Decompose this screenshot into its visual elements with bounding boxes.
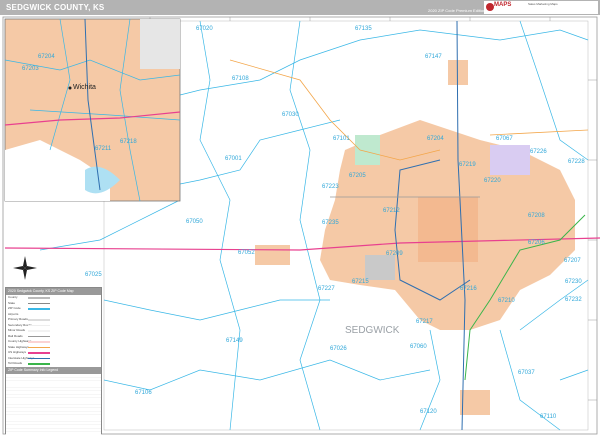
zip-label: 67230 xyxy=(565,279,582,285)
airport-area xyxy=(365,255,395,280)
zip-label: 67217 xyxy=(416,319,433,325)
zip-label: 67060 xyxy=(410,344,427,350)
inset-zip-label: 67204 xyxy=(38,54,55,60)
legend-item: Toll Roads xyxy=(6,361,101,367)
inset-city-label: Wichita xyxy=(73,84,96,91)
zip-label: 67223 xyxy=(322,184,339,190)
zip-label: 67020 xyxy=(196,26,213,32)
zip-label: 67052 xyxy=(238,250,255,256)
legend-title: 2020 Sedgwick County, KS ZIP Code Map xyxy=(6,288,101,295)
zip-label: 67212 xyxy=(383,208,400,214)
zip-label: 67147 xyxy=(425,54,442,60)
zip-label: 67120 xyxy=(420,409,437,415)
zip-label: 67215 xyxy=(352,279,369,285)
zip-label: 67050 xyxy=(186,219,203,225)
zip-label: 67210 xyxy=(498,298,515,304)
zip-label: 67220 xyxy=(484,178,501,184)
zip-label: 67108 xyxy=(232,76,249,82)
zip-label: 67209 xyxy=(386,251,403,257)
zip-label: 67110 xyxy=(540,414,557,420)
zip-label: 67067 xyxy=(496,136,513,142)
zip-label: 67030 xyxy=(282,112,299,118)
zip-label: 67207 xyxy=(564,258,581,264)
legend-panel: 2020 Sedgwick County, KS ZIP Code Map Co… xyxy=(5,287,102,438)
inset-zip-label: 67218 xyxy=(120,139,137,145)
zip-label: 67135 xyxy=(355,26,372,32)
zip-summary-table xyxy=(6,373,101,438)
zip-label: 67226 xyxy=(530,149,547,155)
zip-label: 67232 xyxy=(565,297,582,303)
zip-label: 67026 xyxy=(330,346,347,352)
zip-label: 67206 xyxy=(528,240,545,246)
zip-label: 67227 xyxy=(318,286,335,292)
zip-label: 67204 xyxy=(427,136,444,142)
zip-label: 67037 xyxy=(518,370,535,376)
zip-label: 67149 xyxy=(226,338,243,344)
park-city-area xyxy=(355,135,380,165)
zip-label: 67208 xyxy=(528,213,545,219)
zip-label: 67228 xyxy=(568,159,585,165)
zip-label: 67235 xyxy=(322,220,339,226)
zip-label: 67101 xyxy=(333,136,350,142)
inset-map[interactable]: 67204 67203 67211 67218 Wichita xyxy=(4,18,181,202)
zip-label: 67106 xyxy=(135,390,152,396)
zip-label: 67216 xyxy=(460,286,477,292)
zip-label: 67001 xyxy=(225,156,242,162)
zip-label: 67025 xyxy=(85,272,102,278)
downtown-area xyxy=(418,197,478,262)
inset-zip-label: 67211 xyxy=(95,146,112,152)
inset-zip-label: 67203 xyxy=(22,66,39,72)
zip-label: 67205 xyxy=(349,173,366,179)
table-title: ZIP Code Summary Info Legend xyxy=(6,366,101,374)
zip-label: 67219 xyxy=(459,162,476,168)
county-label: SEDGWICK xyxy=(345,325,400,336)
bel-aire-area xyxy=(490,145,530,175)
